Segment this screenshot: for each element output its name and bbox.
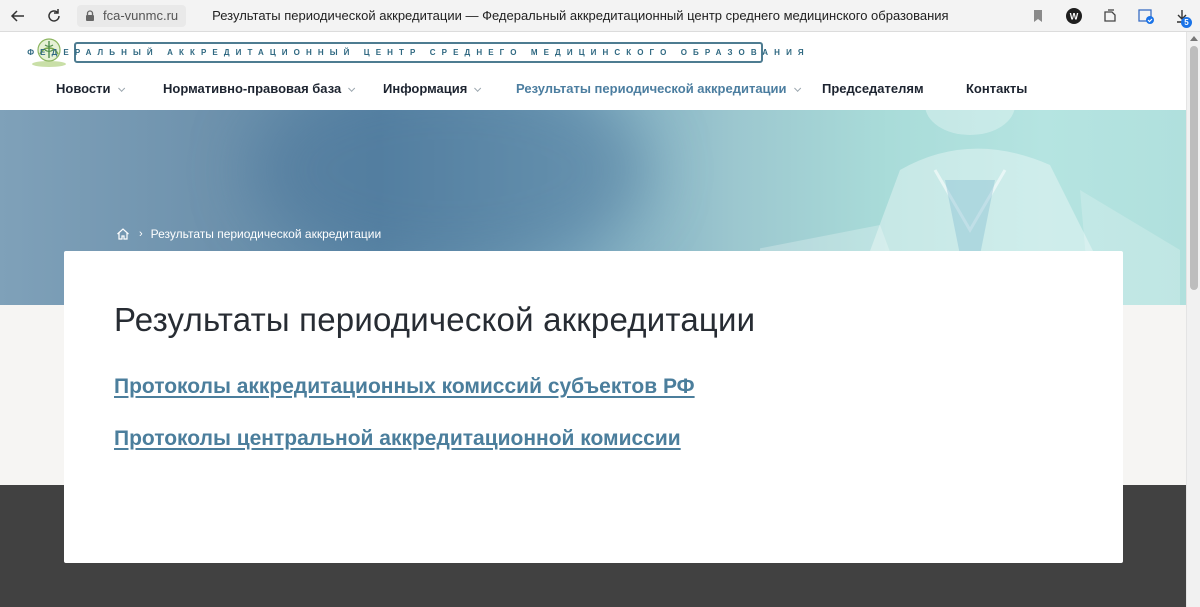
nav-item-label: Информация	[383, 81, 468, 96]
address-bar[interactable]: fca-vunmc.ru	[77, 4, 187, 27]
home-icon[interactable]	[116, 227, 130, 241]
chevron-right-icon: ›	[139, 228, 143, 240]
scroll-up-arrow-icon[interactable]	[1190, 36, 1198, 41]
nav-item-label: Председателям	[822, 81, 924, 96]
hero-shade	[250, 110, 650, 270]
nav-item-information[interactable]: Информация	[383, 81, 482, 96]
nav-item-label: Контакты	[966, 81, 1028, 96]
chevron-down-icon	[117, 84, 125, 92]
page-heading: Результаты периодической аккредитации	[114, 301, 756, 338]
scrollbar-thumb[interactable]	[1190, 46, 1198, 290]
nav-item-accreditation-results[interactable]: Результаты периодической аккредитации	[516, 81, 801, 96]
svg-text:W: W	[1070, 12, 1079, 22]
nav-item-label: Результаты периодической аккредитации	[516, 81, 787, 96]
chevron-down-icon	[474, 84, 482, 92]
page-scrollbar[interactable]	[1186, 32, 1200, 607]
chevron-down-icon	[793, 84, 801, 92]
site-brand[interactable]: Федеральный аккредитационный центр средн…	[27, 42, 804, 63]
chevron-down-icon	[348, 84, 356, 92]
nav-item-label: Нормативно-правовая база	[163, 81, 342, 96]
url-text: fca-vunmc.ru	[103, 8, 179, 23]
link-central-commission-protocols[interactable]: Протоколы центральной аккредитационной к…	[114, 427, 681, 451]
link-regional-commissions-protocols[interactable]: Протоколы аккредитационных комиссий субъ…	[114, 375, 695, 399]
brand-text: Федеральный аккредитационный центр средн…	[27, 48, 810, 57]
profile-icon[interactable]	[1128, 0, 1164, 32]
page-title-bar: Результаты периодической аккредитации — …	[212, 8, 949, 23]
nav-item-news[interactable]: Новости	[56, 81, 125, 96]
browser-toolbar: fca-vunmc.ru Результаты периодической ак…	[0, 0, 1200, 32]
nav-item-legal-base[interactable]: Нормативно-правовая база	[163, 81, 356, 96]
nav-item-label: Новости	[56, 81, 111, 96]
bookmark-icon[interactable]	[1020, 0, 1056, 32]
nav-item-chairmen[interactable]: Председателям	[822, 81, 924, 96]
breadcrumb-current: Результаты периодической аккредитации	[150, 227, 382, 241]
download-icon[interactable]: 5	[1164, 0, 1200, 32]
reload-icon[interactable]	[39, 1, 69, 31]
back-arrow-icon[interactable]	[3, 1, 33, 31]
extension-w-icon[interactable]: W	[1056, 0, 1092, 32]
nav-item-contacts[interactable]: Контакты	[966, 81, 1027, 96]
lock-icon	[86, 9, 94, 21]
download-count-badge: 5	[1181, 17, 1192, 28]
sidebar-icon[interactable]	[1092, 0, 1128, 32]
main-navigation: Новости Нормативно-правовая база Информа…	[0, 78, 1186, 102]
content-card: Результаты периодической аккредитации Пр…	[64, 251, 1123, 563]
breadcrumb: › Результаты периодической аккредитации	[116, 227, 381, 241]
site-header: Федеральный аккредитационный центр средн…	[0, 32, 1186, 110]
